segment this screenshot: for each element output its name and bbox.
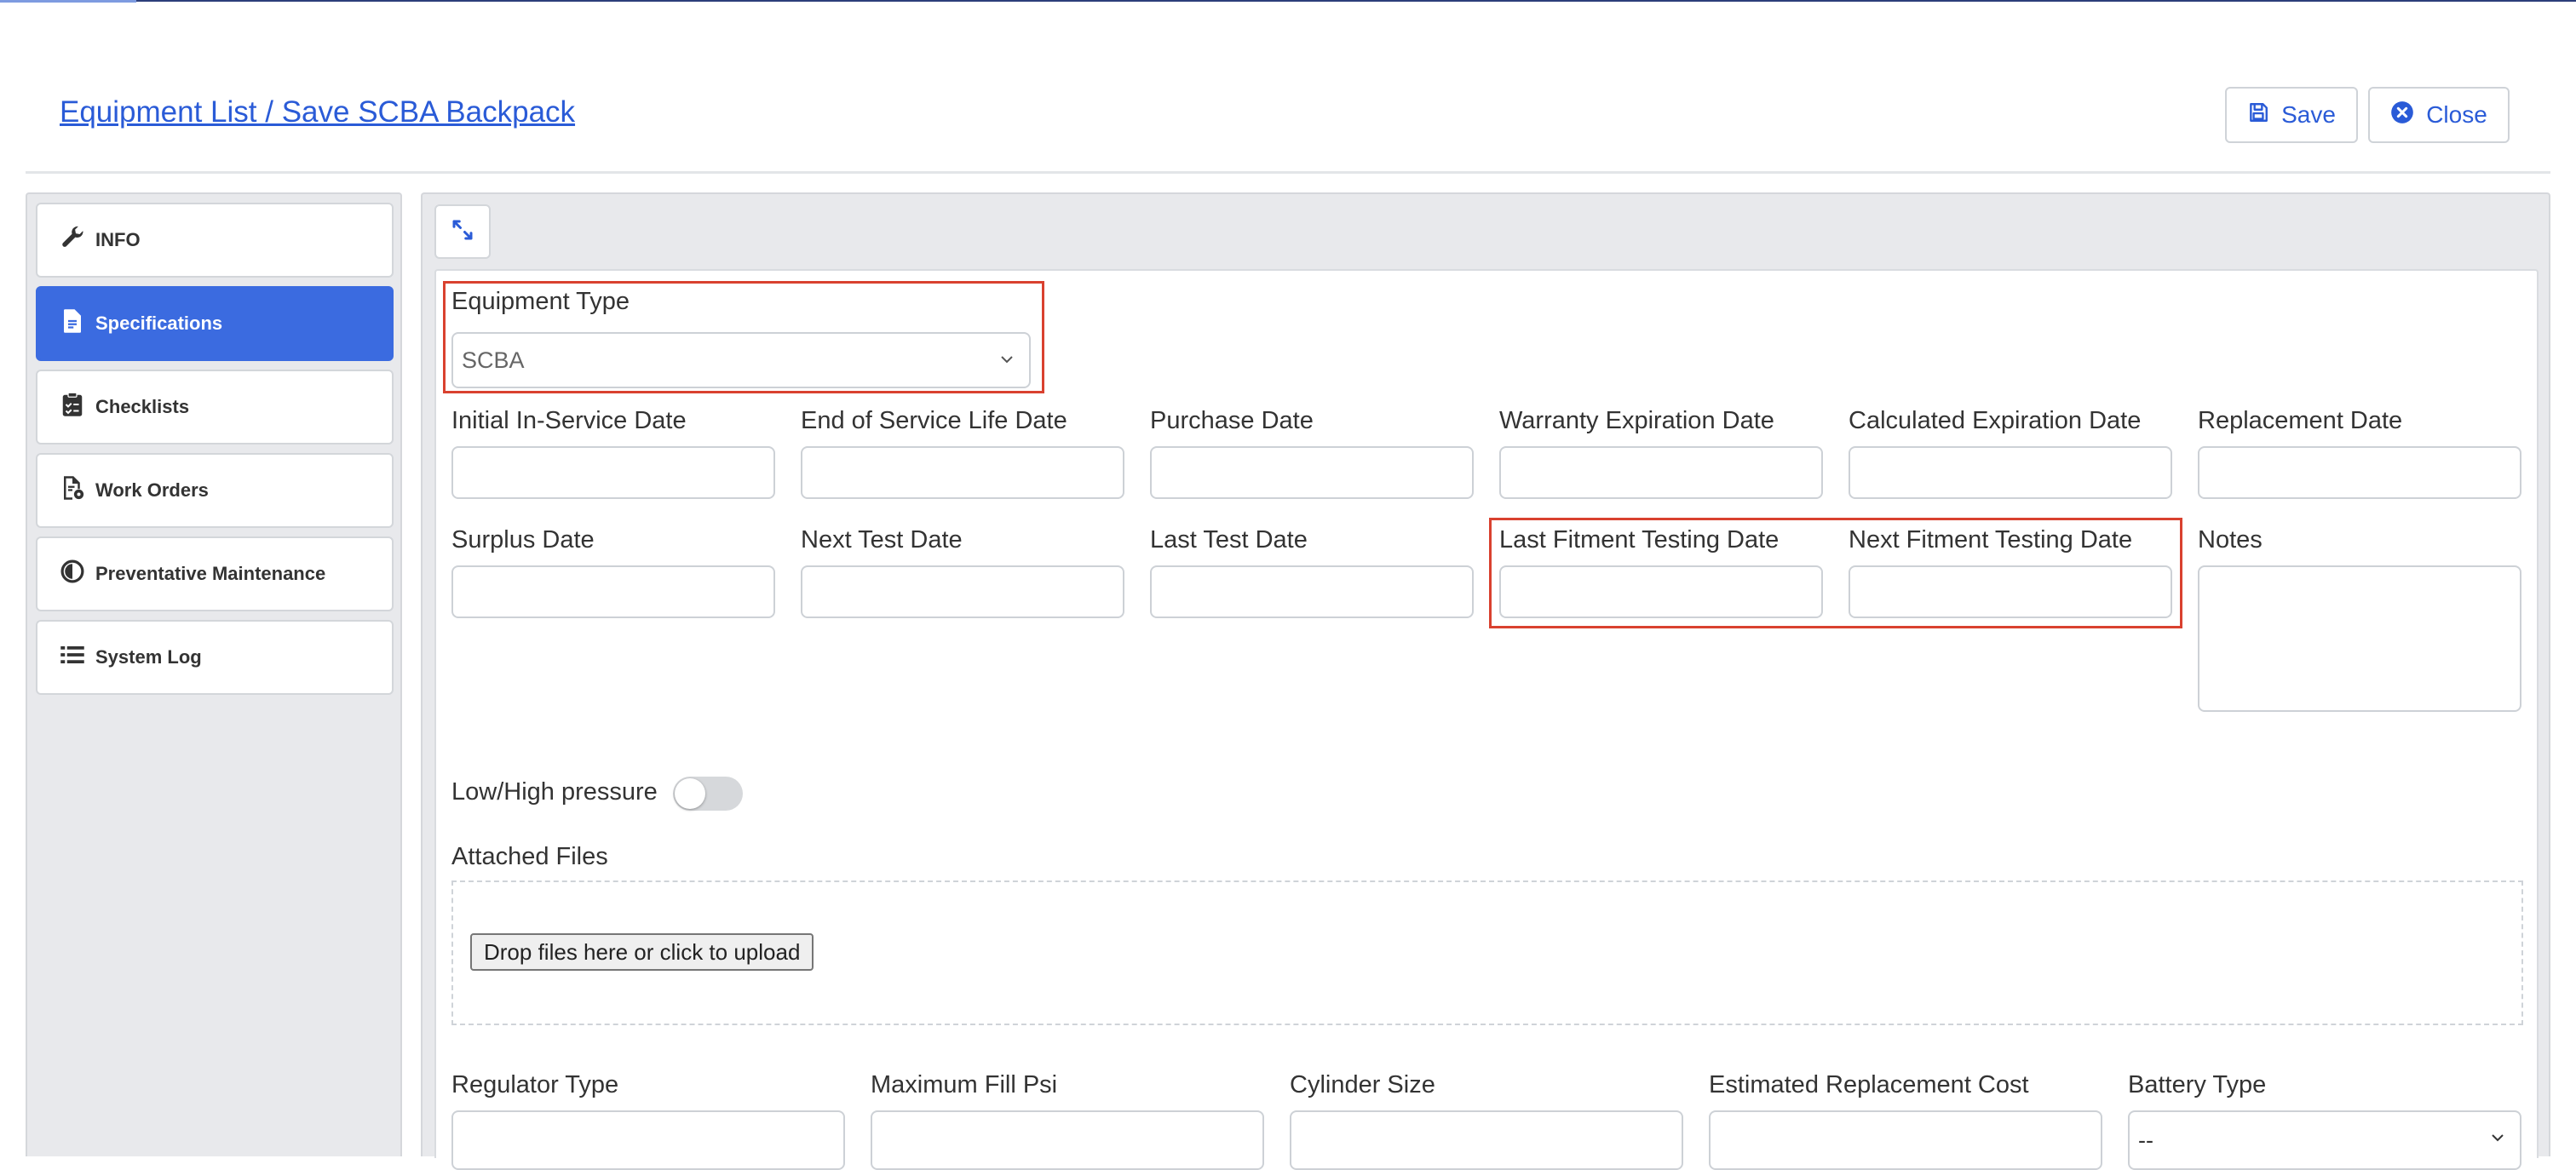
close-circle-icon: [2390, 100, 2414, 130]
top-border: [0, 0, 2576, 2]
low-high-pressure-label: Low/High pressure: [451, 778, 658, 806]
sidebar-item-specifications[interactable]: Specifications: [36, 286, 394, 361]
regulator-type-label: Regulator Type: [451, 1071, 619, 1098]
notes-textarea[interactable]: [2198, 565, 2521, 712]
save-button[interactable]: Save: [2225, 87, 2358, 143]
save-button-label: Save: [2281, 101, 2336, 128]
sidebar-item-label: Checklists: [95, 396, 190, 417]
next-fitment-testing-date-input[interactable]: [1849, 565, 2172, 618]
sidebar-item-work-orders[interactable]: Work Orders: [36, 453, 394, 528]
sidebar-item-preventative-maintenance[interactable]: Preventative Maintenance: [36, 536, 394, 611]
close-button-label: Close: [2426, 101, 2487, 128]
last-test-date-input[interactable]: [1150, 565, 1474, 618]
sidebar-item-label: Work Orders: [95, 479, 209, 501]
toggle-knob: [675, 778, 705, 809]
sidebar-item-info[interactable]: INFO: [36, 203, 394, 278]
circle-half-icon: [60, 559, 85, 589]
sidebar-item-label: System Log: [95, 646, 202, 668]
warranty-expiration-date-input[interactable]: [1499, 446, 1823, 499]
last-fitment-testing-date-input[interactable]: [1499, 565, 1823, 618]
battery-type-value: --: [2138, 1127, 2153, 1153]
close-button[interactable]: Close: [2368, 87, 2510, 143]
document-icon: [60, 308, 85, 339]
cylinder-size-input[interactable]: [1290, 1110, 1683, 1170]
replacement-date-label: Replacement Date: [2198, 407, 2403, 434]
surplus-date-input[interactable]: [451, 565, 775, 618]
next-test-date-input[interactable]: [801, 565, 1124, 618]
estimated-replacement-cost-label: Estimated Replacement Cost: [1709, 1071, 2029, 1098]
purchase-date-input[interactable]: [1150, 446, 1474, 499]
estimated-replacement-cost-input[interactable]: [1709, 1110, 2102, 1170]
battery-type-select[interactable]: --: [2128, 1110, 2521, 1170]
low-high-pressure-toggle[interactable]: [673, 777, 743, 811]
main-panel: Equipment Type SCBA Initial In-Service D…: [421, 192, 2550, 1170]
equipment-type-label: Equipment Type: [451, 288, 630, 315]
maximum-fill-psi-label: Maximum Fill Psi: [871, 1071, 1058, 1098]
expand-arrows-icon: [450, 217, 475, 247]
calculated-expiration-date-input[interactable]: [1849, 446, 2172, 499]
last-test-date-label: Last Test Date: [1150, 526, 1308, 553]
sidebar-item-label: Preventative Maintenance: [95, 563, 326, 584]
file-dropzone[interactable]: Drop files here or click to upload: [451, 880, 2523, 1025]
floppy-disk-icon: [2247, 101, 2269, 129]
sidebar-item-label: INFO: [95, 229, 141, 250]
upload-button[interactable]: Drop files here or click to upload: [470, 933, 814, 971]
end-of-service-life-date-input[interactable]: [801, 446, 1124, 499]
specifications-form: Equipment Type SCBA Initial In-Service D…: [434, 269, 2539, 1170]
page-title-breadcrumb[interactable]: Equipment List / Save SCBA Backpack: [60, 95, 575, 129]
initial-in-service-date-label: Initial In-Service Date: [451, 407, 687, 434]
purchase-date-label: Purchase Date: [1150, 407, 1314, 434]
loading-bar: [0, 0, 136, 3]
surplus-date-label: Surplus Date: [451, 526, 595, 553]
maximum-fill-psi-input[interactable]: [871, 1110, 1264, 1170]
expand-button[interactable]: [434, 204, 491, 259]
battery-type-label: Battery Type: [2128, 1071, 2267, 1098]
calculated-expiration-date-label: Calculated Expiration Date: [1849, 407, 2142, 434]
list-icon: [60, 642, 85, 673]
sidebar-item-checklists[interactable]: Checklists: [36, 370, 394, 444]
equipment-type-value: SCBA: [462, 347, 525, 373]
wrench-icon: [60, 225, 85, 255]
regulator-type-input[interactable]: [451, 1110, 845, 1170]
last-fitment-testing-date-label: Last Fitment Testing Date: [1499, 526, 1780, 553]
attached-files-label: Attached Files: [451, 843, 608, 870]
warranty-expiration-date-label: Warranty Expiration Date: [1499, 407, 1774, 434]
replacement-date-input[interactable]: [2198, 446, 2521, 499]
chevron-down-icon: [997, 349, 1017, 370]
notes-label: Notes: [2198, 526, 2263, 553]
chevron-down-icon: [2487, 1127, 2508, 1148]
end-of-service-life-date-label: End of Service Life Date: [801, 407, 1067, 434]
header-divider: [26, 171, 2550, 174]
initial-in-service-date-input[interactable]: [451, 446, 775, 499]
equipment-type-select[interactable]: SCBA: [451, 332, 1031, 388]
sidebar-item-label: Specifications: [95, 313, 223, 334]
cylinder-size-label: Cylinder Size: [1290, 1071, 1435, 1098]
sidebar-item-system-log[interactable]: System Log: [36, 620, 394, 695]
sidebar: INFO Specifications Checklists Work Orde…: [26, 192, 402, 1156]
clipboard-check-icon: [60, 392, 85, 422]
next-test-date-label: Next Test Date: [801, 526, 963, 553]
next-fitment-testing-date-label: Next Fitment Testing Date: [1849, 526, 2133, 553]
file-gear-icon: [60, 475, 85, 506]
